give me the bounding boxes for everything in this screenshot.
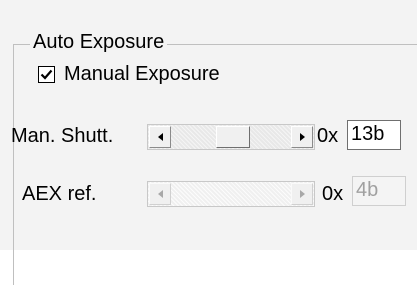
manual-exposure-label: Manual Exposure (64, 63, 220, 85)
checkmark-icon (40, 69, 53, 80)
arrow-left-icon (157, 133, 163, 141)
aex-ref-hex-prefix: 0x (322, 183, 344, 205)
shutter-slider-thumb[interactable] (216, 126, 250, 148)
shutter-slider[interactable] (147, 124, 315, 150)
arrow-right-icon (299, 190, 305, 198)
shutter-hex-prefix: 0x (317, 125, 339, 147)
shutter-decrement-button[interactable] (149, 126, 171, 148)
shutter-value-field[interactable]: 13b (347, 120, 401, 150)
aex-ref-decrement-button[interactable] (149, 183, 171, 205)
aex-ref-slider[interactable] (147, 181, 315, 207)
aex-ref-increment-button[interactable] (291, 183, 313, 205)
aex-ref-label: AEX ref. (22, 183, 97, 205)
groupbox-title: Auto Exposure (30, 30, 168, 54)
arrow-left-icon (157, 190, 163, 198)
aex-ref-value-field[interactable]: 4b (352, 176, 406, 206)
manual-exposure-checkbox-row[interactable]: Manual Exposure (38, 63, 220, 85)
shutter-label: Man. Shutt. (11, 125, 114, 147)
manual-exposure-checkbox[interactable] (38, 65, 55, 83)
arrow-right-icon (299, 133, 305, 141)
shutter-increment-button[interactable] (291, 126, 313, 148)
